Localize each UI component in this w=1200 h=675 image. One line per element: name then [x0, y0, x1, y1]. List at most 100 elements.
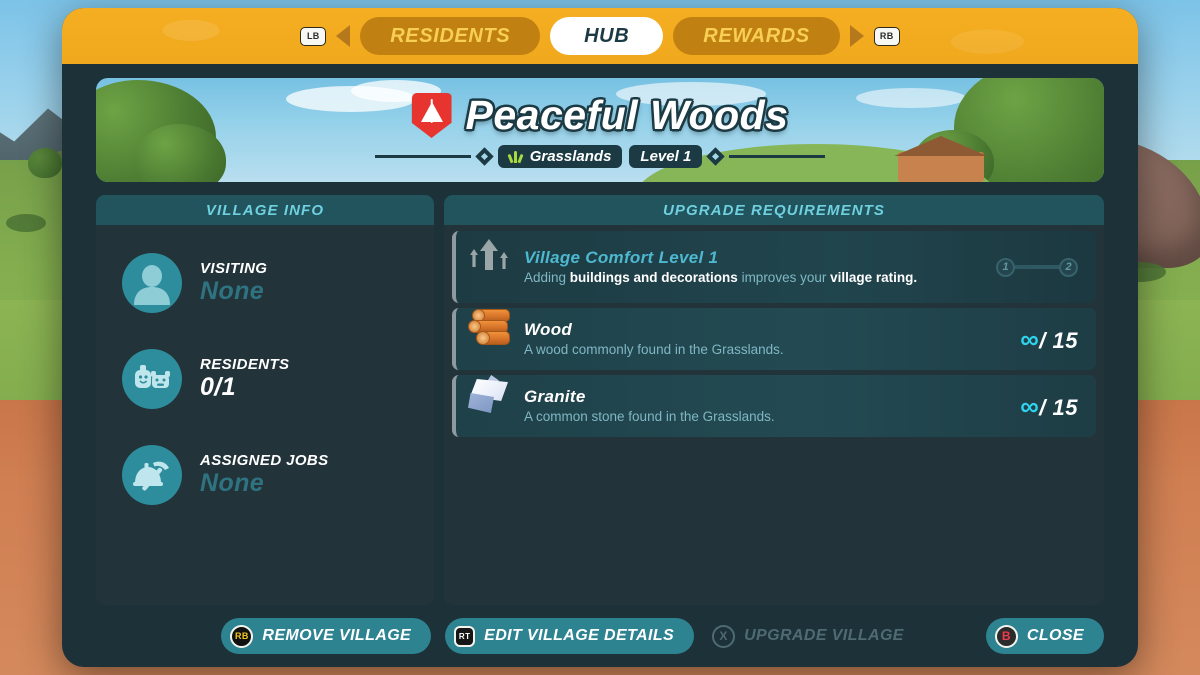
xbox-b-button-icon: B	[994, 624, 1018, 648]
tab-rewards[interactable]: REWARDS	[673, 17, 840, 55]
wood-separator: /	[1039, 327, 1046, 353]
wood-amount: ∞/ 15	[1020, 324, 1078, 355]
comfort-stepper: 1 2	[996, 257, 1078, 277]
granite-separator: /	[1039, 394, 1046, 420]
info-value-assigned-jobs: None	[200, 469, 265, 498]
diamond-marker-right-icon	[706, 147, 725, 166]
diamond-marker-left-icon	[475, 147, 494, 166]
tab-bar: LB RESIDENTS HUB REWARDS RB	[62, 8, 1138, 64]
edit-village-details-button[interactable]: RT EDIT VILLAGE DETAILS	[445, 618, 695, 654]
panels-container: VILLAGE INFO VISITING None RESIDENTS 0/1…	[96, 195, 1104, 605]
page-title: Peaceful Woods	[465, 92, 789, 138]
requirements-list: Village Comfort Level 1 Adding buildings…	[444, 225, 1104, 437]
prev-tab-arrow-icon[interactable]	[336, 25, 351, 47]
wood-description: A wood commonly found in the Grasslands.	[524, 342, 784, 358]
comfort-desc-part2: improves your	[737, 270, 831, 286]
comfort-text: Village Comfort Level 1 Adding buildings…	[522, 240, 996, 294]
wood-text: Wood A wood commonly found in the Grassl…	[522, 312, 1020, 366]
granite-owned: ∞	[1020, 390, 1040, 421]
hardhat-and-pickaxe-icon	[133, 461, 169, 491]
footer-button-bar: RB REMOVE VILLAGE RT EDIT VILLAGE DETAIL…	[62, 605, 1138, 667]
village-banner: Peaceful Woods Grasslands Level 1	[96, 78, 1104, 182]
upgrade-requirements-body: Village Comfort Level 1 Adding buildings…	[444, 225, 1104, 605]
info-label-residents: RESIDENTS	[200, 356, 290, 374]
upgrade-requirements-header: UPGRADE REQUIREMENTS	[444, 195, 1104, 225]
info-row-assigned-jobs: ASSIGNED JOBS None	[122, 445, 434, 505]
info-label-visiting: VISITING	[200, 260, 268, 278]
info-row-visiting: VISITING None	[122, 253, 434, 313]
divider-left	[374, 155, 471, 158]
info-text-assigned-jobs: ASSIGNED JOBS None	[200, 452, 329, 498]
stepper-line	[1015, 265, 1059, 269]
comfort-desc-bold2: village rating.	[830, 270, 918, 286]
info-text-visiting: VISITING None	[200, 260, 267, 306]
wood-required: 15	[1052, 327, 1078, 353]
comfort-progress: 1 2	[996, 257, 1096, 277]
log-end	[476, 331, 490, 345]
grass-icon	[507, 150, 524, 164]
comfort-desc-bold1: buildings and decorations	[569, 270, 738, 286]
stepper-node-current: 1	[996, 257, 1015, 277]
comfort-icon-box	[456, 231, 522, 275]
xbox-rb-button-icon: RB	[230, 624, 254, 648]
level-badge: Level 1	[629, 145, 703, 168]
remove-village-button[interactable]: RB REMOVE VILLAGE	[221, 618, 432, 654]
requirement-card-granite[interactable]: Granite A common stone found in the Gras…	[452, 375, 1096, 437]
avatar-silhouette-icon	[134, 265, 170, 305]
wood-icon-box	[456, 308, 522, 348]
village-info-list: VISITING None RESIDENTS 0/1 ASSIGNED JOB…	[96, 225, 434, 505]
comfort-description: Adding buildings and decorations improve…	[524, 269, 986, 287]
wood-logs-icon	[466, 308, 512, 348]
tent-pole-icon	[430, 99, 433, 123]
village-info-body: VISITING None RESIDENTS 0/1 ASSIGNED JOB…	[96, 225, 434, 605]
right-bumper-icon[interactable]: RB	[873, 26, 900, 46]
next-tab-arrow-icon[interactable]	[849, 25, 864, 47]
info-label-assigned-jobs: ASSIGNED JOBS	[200, 452, 329, 470]
info-value-visiting: None	[200, 277, 265, 306]
left-bumper-icon[interactable]: LB	[300, 26, 327, 46]
biome-label: Grasslands	[529, 148, 612, 165]
granite-text: Granite A common stone found in the Gras…	[522, 379, 1020, 433]
upgrade-village-label: UPGRADE VILLAGE	[744, 627, 904, 644]
wood-amount-box: ∞/ 15	[1020, 324, 1096, 355]
village-hub-dialog: LB RESIDENTS HUB REWARDS RB Peaceful Woo…	[62, 8, 1138, 667]
village-info-panel: VILLAGE INFO VISITING None RESIDENTS 0/1…	[96, 195, 434, 605]
dialog-body: Peaceful Woods Grasslands Level 1 VILLAG…	[62, 64, 1138, 605]
xbox-x-button-icon: X	[712, 624, 736, 648]
visitor-avatar-icon	[122, 253, 182, 313]
granite-icon-box	[456, 375, 522, 415]
upgrade-village-button: X UPGRADE VILLAGE	[708, 618, 924, 654]
biome-badge: Grasslands	[497, 145, 623, 168]
residents-icon	[122, 349, 182, 409]
divider-right	[729, 155, 826, 158]
jobs-pickaxe-icon	[122, 445, 182, 505]
granite-description: A common stone found in the Grasslands.	[524, 409, 775, 425]
xbox-rt-trigger-icon: RT	[454, 625, 476, 647]
wood-owned: ∞	[1020, 323, 1040, 354]
stepper-node-target: 2	[1059, 257, 1078, 277]
granite-name: Granite	[524, 386, 586, 406]
wood-name: Wood	[524, 319, 573, 339]
village-info-header: VILLAGE INFO	[96, 195, 434, 225]
comfort-title: Village Comfort Level 1	[524, 247, 719, 267]
close-button[interactable]: B CLOSE	[985, 618, 1104, 654]
requirement-card-wood[interactable]: Wood A wood commonly found in the Grassl…	[452, 308, 1096, 370]
three-up-arrows-icon	[470, 239, 508, 270]
requirement-card-comfort[interactable]: Village Comfort Level 1 Adding buildings…	[452, 231, 1096, 303]
banner-subtitle-row: Grasslands Level 1	[374, 145, 826, 168]
title-row: Peaceful Woods	[411, 92, 789, 139]
tab-hub[interactable]: HUB	[550, 17, 664, 55]
granite-amount-box: ∞/ 15	[1020, 391, 1096, 422]
remove-village-label: REMOVE VILLAGE	[262, 627, 412, 644]
info-text-residents: RESIDENTS 0/1	[200, 356, 289, 402]
bush-left	[6, 214, 46, 232]
comfort-desc-part1: Adding	[524, 270, 570, 286]
granite-block-icon	[466, 375, 512, 415]
tab-residents[interactable]: RESIDENTS	[360, 17, 541, 55]
level-label: Level 1	[640, 148, 692, 165]
info-value-residents: 0/1	[200, 373, 236, 402]
tree-left	[28, 148, 62, 178]
close-label: CLOSE	[1026, 627, 1084, 644]
edit-village-details-label: EDIT VILLAGE DETAILS	[484, 627, 675, 644]
granite-required: 15	[1052, 394, 1078, 420]
